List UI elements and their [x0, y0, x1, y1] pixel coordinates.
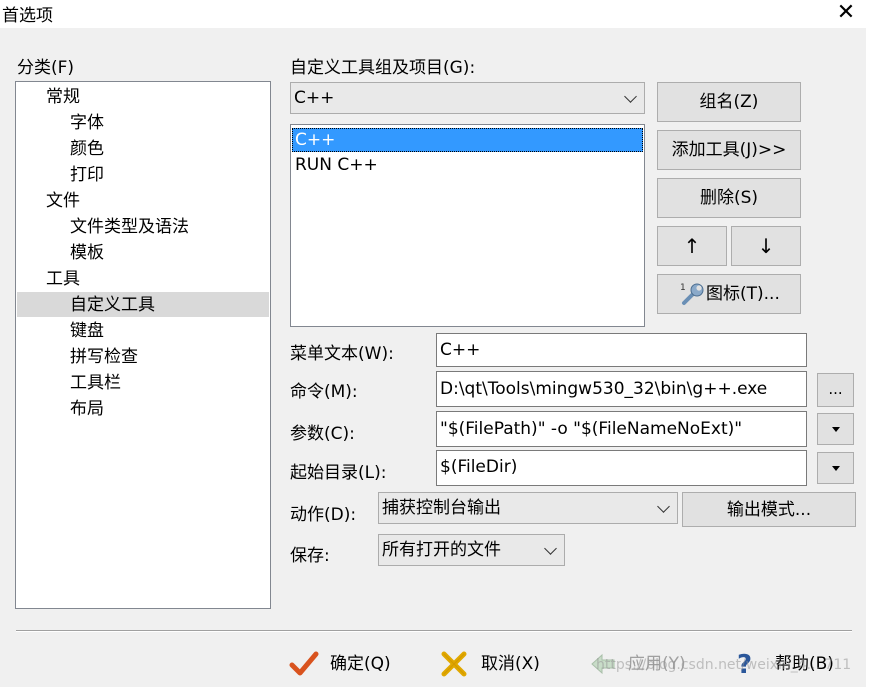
svg-text:1: 1: [680, 283, 686, 293]
tree-item-templates[interactable]: 模板: [70, 241, 104, 265]
arrow-up-icon: ↑: [683, 234, 701, 258]
save-label: 保存:: [290, 546, 330, 566]
tree-item-color[interactable]: 颜色: [70, 137, 104, 161]
tree-item-keyboard[interactable]: 键盘: [70, 319, 104, 343]
tree-item-layout[interactable]: 布局: [70, 397, 104, 421]
args-label: 参数(C):: [290, 424, 355, 444]
delete-button[interactable]: 删除(S): [657, 178, 801, 218]
dropdown-arrow-icon: [832, 466, 840, 471]
icon-button[interactable]: 1 图标(T)...: [657, 274, 801, 314]
checkmark-icon: [289, 651, 319, 676]
footer-separator-highlight: [16, 631, 852, 632]
category-tree[interactable]: 常规 字体 颜色 打印 文件 文件类型及语法 模板 工具 自定义工具 键盘 拼写…: [15, 81, 271, 609]
start-dir-input[interactable]: $(FileDir): [436, 450, 807, 486]
tool-item-run-cpp[interactable]: RUN C++: [295, 153, 378, 177]
window-title: 首选项: [2, 6, 53, 26]
dropdown-arrow-icon: [832, 427, 840, 432]
tool-group-label: 自定义工具组及项目(G):: [290, 58, 476, 78]
category-label: 分类(F): [17, 58, 75, 78]
tool-group-value: C++: [294, 88, 335, 108]
tree-item-custom-tools[interactable]: 自定义工具: [70, 293, 155, 317]
tree-item-spellcheck[interactable]: 拼写检查: [70, 345, 138, 369]
action-label: 动作(D):: [290, 505, 357, 525]
ok-button[interactable]: 确定(Q): [285, 650, 405, 678]
chevron-down-icon: [544, 542, 557, 555]
tree-item-print[interactable]: 打印: [70, 163, 104, 187]
tool-item-cpp[interactable]: C++: [295, 128, 335, 152]
tool-list[interactable]: C++ RUN C++: [290, 124, 645, 327]
watermark: https://blog.csdn.net/weixin_4... 711: [596, 657, 852, 673]
close-icon[interactable]: ✕: [832, 0, 860, 26]
cross-icon: [441, 651, 467, 677]
menu-text-input[interactable]: C++: [436, 333, 807, 367]
tree-item-tools[interactable]: 工具: [46, 267, 80, 291]
move-up-button[interactable]: ↑: [657, 226, 727, 266]
chevron-down-icon: [657, 500, 670, 513]
window-edge: [866, 28, 872, 687]
output-mode-button[interactable]: 输出模式...: [682, 492, 856, 527]
save-select[interactable]: 所有打开的文件: [378, 534, 565, 566]
menu-text-label: 菜单文本(W):: [290, 344, 394, 364]
tool-group-select[interactable]: C++: [290, 82, 645, 114]
tree-item-file-types[interactable]: 文件类型及语法: [70, 215, 189, 239]
add-tool-button[interactable]: 添加工具(J)>>: [657, 130, 801, 170]
args-input[interactable]: "$(FilePath)" -o "$(FileNameNoExt)": [436, 411, 807, 447]
start-dir-insert-button[interactable]: [817, 452, 854, 484]
tree-item-font[interactable]: 字体: [70, 111, 104, 135]
tree-item-file[interactable]: 文件: [46, 189, 80, 213]
browse-button[interactable]: ...: [817, 373, 854, 407]
cancel-button[interactable]: 取消(X): [437, 650, 557, 678]
tool-item-selection: [292, 128, 643, 152]
chevron-down-icon: [624, 90, 637, 103]
command-input[interactable]: D:\qt\Tools\mingw530_32\bin\g++.exe: [436, 371, 807, 407]
action-select[interactable]: 捕获控制台输出: [378, 492, 678, 524]
args-insert-button[interactable]: [817, 413, 854, 445]
title-bar: [0, 0, 872, 28]
tree-item-toolbar[interactable]: 工具栏: [70, 371, 121, 395]
wrench-icon: 1: [680, 283, 704, 305]
command-label: 命令(M):: [290, 382, 358, 402]
group-name-button[interactable]: 组名(Z): [657, 82, 801, 122]
move-down-button[interactable]: ↓: [731, 226, 801, 266]
arrow-down-icon: ↓: [757, 234, 775, 258]
start-dir-label: 起始目录(L):: [290, 463, 387, 483]
tree-item-general[interactable]: 常规: [46, 85, 80, 109]
